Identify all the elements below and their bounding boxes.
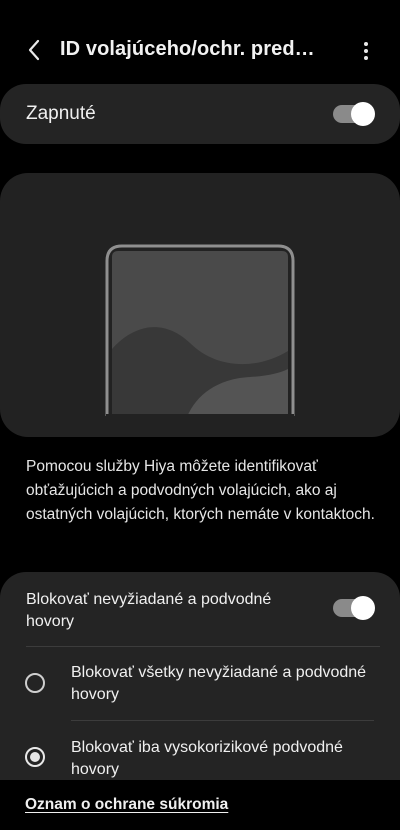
app-bar: ID volajúceho/ochr. pred… [0, 0, 400, 90]
option-block-high-risk-label[interactable]: Blokovať iba vysokorizikové podvodné hov… [71, 737, 381, 781]
more-options-button[interactable] [356, 38, 376, 64]
master-toggle-switch[interactable] [333, 102, 375, 126]
block-spam-switch[interactable] [333, 596, 375, 620]
radio-selected-dot [30, 752, 40, 762]
radio-block-all[interactable] [25, 673, 45, 693]
option-block-all-label[interactable]: Blokovať všetky nevyžiadané a podvodné h… [71, 662, 381, 706]
radio-block-high-risk[interactable] [25, 747, 45, 767]
master-toggle-label: Zapnuté [26, 103, 96, 124]
privacy-notice-link[interactable]: Oznam o ochrane súkromia [25, 796, 228, 814]
divider [26, 646, 380, 647]
back-button[interactable] [22, 36, 46, 64]
page-title: ID volajúceho/ochr. pred… [60, 38, 315, 60]
divider [71, 720, 374, 721]
more-vert-icon [364, 42, 368, 46]
switch-knob [351, 596, 375, 620]
switch-knob [351, 102, 375, 126]
chevron-left-icon [28, 39, 40, 61]
block-spam-label[interactable]: Blokovať nevyžiadané a podvodné hovory [26, 589, 316, 633]
service-description: Pomocou služby Hiya môžete identifikovať… [26, 458, 375, 523]
phone-illustration [105, 244, 295, 437]
illustration-panel [0, 173, 400, 437]
